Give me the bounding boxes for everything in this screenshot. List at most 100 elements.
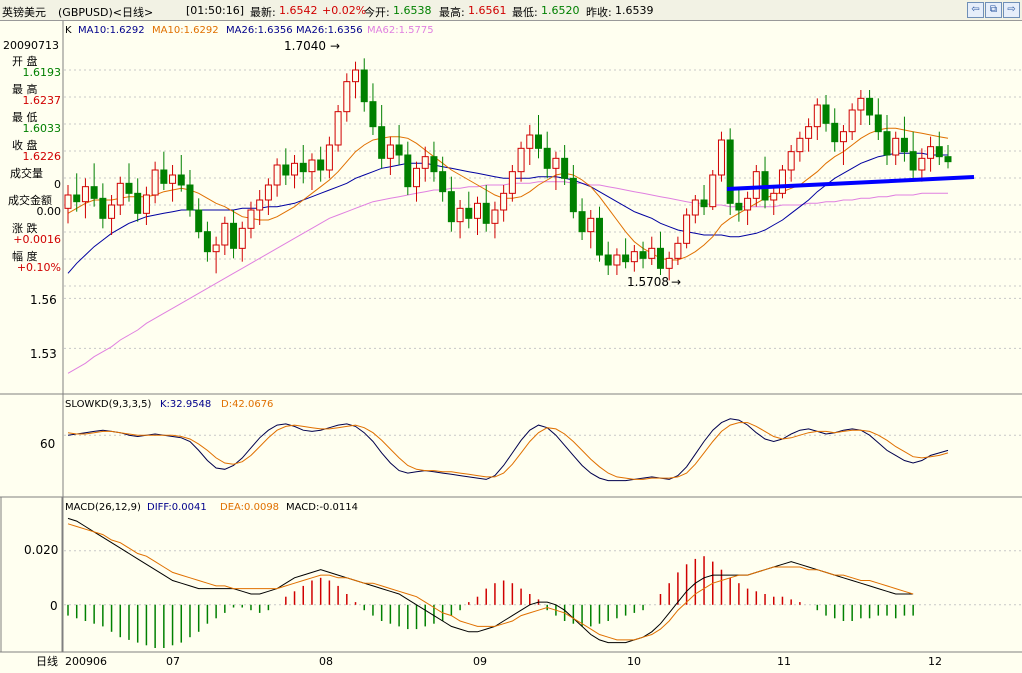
candle-body — [874, 114, 882, 133]
candle-body — [691, 199, 699, 216]
candle-body — [90, 186, 98, 199]
candle-body — [500, 192, 508, 211]
candle-body — [247, 209, 255, 229]
candle-body — [465, 207, 473, 219]
candle-body — [552, 157, 560, 169]
xaxis-tick-10: 10 — [627, 655, 641, 668]
macd-diff-polyline — [67, 517, 914, 644]
macd-series — [67, 517, 914, 648]
candle-body — [413, 167, 421, 188]
candle-body — [534, 134, 542, 149]
macd-dea-polyline — [67, 523, 914, 641]
candle-body — [386, 144, 394, 159]
legend-ma62: MA62:1.5775 — [367, 25, 434, 36]
candle-body — [656, 247, 664, 269]
candle-body — [264, 184, 272, 201]
candle-body — [857, 97, 865, 111]
legend-ma26a: MA26:1.6356 — [226, 25, 293, 36]
candle-body — [813, 104, 821, 128]
macd-legend-name: MACD(26,12,9) — [65, 502, 141, 513]
candle-body — [73, 194, 81, 203]
candle-body — [282, 164, 290, 176]
candle-body — [744, 197, 752, 211]
candle-body — [177, 174, 185, 186]
candle-body — [604, 254, 612, 266]
candle-body — [805, 126, 813, 139]
candle-body — [752, 171, 760, 199]
price-tick-1: 1.56 — [30, 293, 57, 307]
candle-body — [796, 137, 804, 153]
kd-legend-name: SLOWKD(9,3,3,5) — [65, 399, 151, 410]
candle-body — [334, 111, 342, 146]
candle-body — [430, 156, 438, 173]
chart-canvas[interactable]: K MA10:1.6292 MA10:1.6292 MA26:1.6356 MA… — [0, 0, 1022, 673]
candle-body — [421, 156, 429, 169]
candle-body — [256, 199, 264, 211]
candle-body — [395, 144, 403, 156]
candle-body — [918, 157, 926, 171]
candles — [64, 58, 952, 281]
candle-body — [343, 81, 351, 113]
legend-ma26b: MA26:1.6356 — [296, 25, 363, 36]
candle-body — [116, 182, 124, 206]
ma10-line — [67, 127, 949, 261]
candle-body — [151, 169, 159, 196]
candle-body — [273, 164, 281, 186]
candle-body — [221, 222, 229, 246]
macd-legend-dea: DEA:0.0098 — [220, 502, 279, 513]
kd-legend-d: D:42.0676 — [221, 399, 273, 410]
candle-body — [778, 169, 786, 194]
candle-body — [291, 162, 299, 176]
kd-lines — [67, 418, 949, 482]
kd-k-polyline — [67, 418, 949, 482]
kd-tick-60: 60 — [40, 437, 55, 451]
candle-body — [160, 169, 168, 184]
candle-body — [944, 156, 952, 163]
legend-ma10b: MA10:1.6292 — [152, 25, 219, 36]
macd-tick-020: 0.020 — [24, 543, 58, 557]
annotation-low-arrow: → — [671, 275, 681, 289]
candle-body — [787, 151, 795, 171]
annotation-low: 1.5708 — [627, 275, 669, 289]
candle-body — [456, 207, 464, 223]
candle-body — [726, 139, 734, 204]
xaxis-tick-200906: 200906 — [65, 655, 107, 668]
candle-body — [230, 222, 238, 249]
candle-body — [325, 144, 333, 171]
candle-body — [683, 214, 691, 244]
candle-body — [108, 204, 116, 219]
candle-body — [839, 131, 847, 143]
xaxis-tick-12: 12 — [928, 655, 942, 668]
candle-body — [212, 244, 220, 253]
macd-legend-diff: DIFF:0.0041 — [147, 502, 207, 513]
candle-body — [909, 151, 917, 171]
candle-body — [508, 171, 516, 194]
candle-body — [186, 184, 194, 211]
candle-body — [369, 101, 377, 128]
candle-body — [561, 157, 569, 179]
xaxis-label: 日线 — [36, 654, 58, 668]
candle-body — [526, 134, 534, 149]
candle-body — [99, 197, 107, 219]
candle-body — [142, 194, 150, 214]
legend-k: K — [65, 25, 72, 36]
candle-body — [543, 147, 551, 169]
candle-body — [866, 97, 874, 116]
candle-body — [360, 69, 368, 103]
candle-body — [64, 194, 72, 209]
candle-body — [622, 254, 630, 263]
candle-body — [491, 209, 499, 224]
candle-body — [195, 209, 203, 233]
candle-body — [474, 202, 482, 219]
candle-body — [935, 146, 943, 158]
candle-body — [630, 251, 638, 263]
candle-body — [892, 137, 900, 156]
xaxis-tick-07: 07 — [166, 655, 180, 668]
macd-left-box — [0, 496, 63, 653]
candle-body — [595, 217, 603, 256]
candle-body — [831, 122, 839, 143]
candle-body — [674, 242, 682, 259]
candle-body — [587, 217, 595, 233]
candle-body — [822, 104, 830, 124]
annotation-high: 1.7040 — [284, 39, 326, 53]
